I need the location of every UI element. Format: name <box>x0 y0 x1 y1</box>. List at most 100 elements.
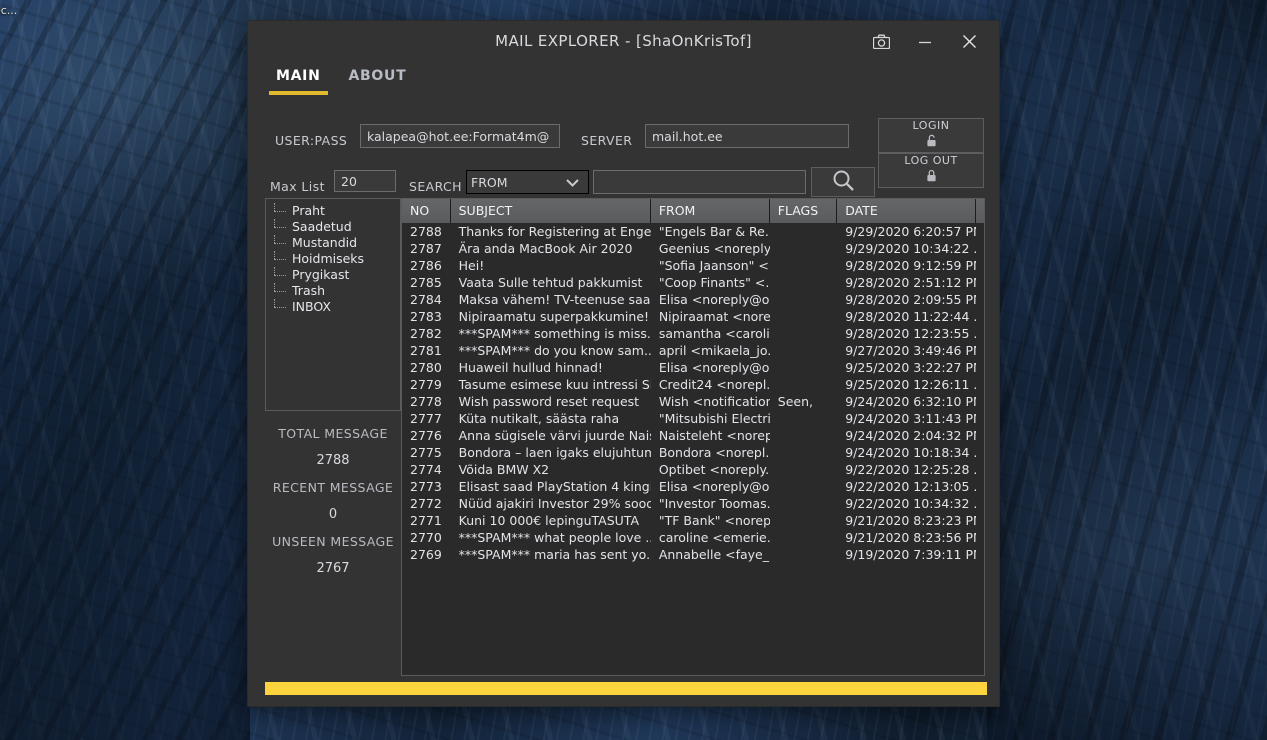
server-input[interactable] <box>645 124 849 148</box>
desktop-note: ec... <box>0 4 18 17</box>
table-row[interactable]: 2780 Huaweil hullud hinnad! Elisa <noreply… <box>402 359 984 376</box>
cell-from: samantha <caroli... <box>658 326 770 341</box>
close-button[interactable] <box>947 21 991 62</box>
cell-no: 2770 <box>410 530 442 545</box>
column-header-no[interactable]: NO <box>402 199 451 223</box>
table-row[interactable]: 2773 Elisast saad PlayStation 4 kingit...… <box>402 478 984 495</box>
cell-extra <box>976 410 984 427</box>
unlock-icon <box>925 132 938 151</box>
folder-item-praht[interactable]: Praht <box>266 203 400 219</box>
cell-extra <box>976 444 984 461</box>
login-button[interactable]: LOGIN <box>878 118 984 153</box>
cell-subject: Kuni 10 000€ lepinguTASUTA <box>458 513 640 528</box>
cell-extra <box>976 376 984 393</box>
cell-date: 9/24/2020 2:04:32 PM <box>845 428 977 443</box>
cell-date: 9/28/2020 12:23:55 ... <box>845 326 977 341</box>
table-row[interactable]: 2774 Võida BMW X2 Optibet <noreply... 9/22/… <box>402 461 984 478</box>
cell-subject: Küta nutikalt, säästa raha <box>458 411 620 426</box>
cell-extra <box>976 223 984 240</box>
table-row[interactable]: 2770 ***SPAM*** what people love ... carol… <box>402 529 984 546</box>
screenshot-button[interactable] <box>859 21 903 62</box>
cell-from: "Mitsubishi Electri... <box>658 411 770 426</box>
cell-date: 9/28/2020 2:09:55 PM <box>845 292 977 307</box>
search-field-select[interactable]: FROM <box>466 170 589 194</box>
cell-flags <box>770 291 837 308</box>
folder-item-saadetud[interactable]: Saadetud <box>266 219 400 235</box>
table-row[interactable]: 2775 Bondora – laen igaks elujuhtum... Bon… <box>402 444 984 461</box>
cell-extra <box>976 461 984 478</box>
table-row[interactable]: 2785 Vaata Sulle tehtud pakkumist "Coop Fi… <box>402 274 984 291</box>
cell-subject: ***SPAM*** maria has sent yo... <box>458 547 651 562</box>
window-titlebar[interactable]: MAIL EXPLORER - [ShaOnKrisTof] <box>248 21 999 62</box>
cell-subject: Huaweil hullud hinnad! <box>458 360 603 375</box>
folder-item-inbox[interactable]: INBOX <box>266 299 400 315</box>
folder-item-prygikast[interactable]: Prygikast <box>266 267 400 283</box>
column-header-from[interactable]: FROM <box>650 199 770 223</box>
cell-extra <box>976 359 984 376</box>
cell-extra <box>976 325 984 342</box>
table-header-row: NO SUBJECT FROM FLAGS DATE <box>402 199 984 223</box>
column-header-extra[interactable] <box>975 199 984 223</box>
cell-from: Nipiraamat <nore... <box>658 309 770 324</box>
cell-subject: Võida BMW X2 <box>458 462 550 477</box>
cell-flags <box>770 444 837 461</box>
cell-no: 2777 <box>410 411 442 426</box>
cell-from: Wish <notification... <box>658 394 770 409</box>
table-row[interactable]: 2769 ***SPAM*** maria has sent yo... Annab… <box>402 546 984 563</box>
cell-date: 9/19/2020 7:39:11 PM <box>845 547 977 562</box>
maxlist-input[interactable] <box>334 170 396 192</box>
table-row[interactable]: 2777 Küta nutikalt, säästa raha "Mitsubish… <box>402 410 984 427</box>
table-row[interactable]: 2783 Nipiraamatu superpakkumine! Nipiraama… <box>402 308 984 325</box>
stat-unseen-message: UNSEEN MESSAGE 2767 <box>265 534 401 576</box>
logout-button[interactable]: LOG OUT <box>878 153 984 188</box>
tab-about[interactable]: ABOUT <box>345 62 411 84</box>
search-label: SEARCH <box>409 179 462 194</box>
cell-subject: Bondora – laen igaks elujuhtum... <box>458 445 651 460</box>
table-row[interactable]: 2788 Thanks for Registering at Engel... "E… <box>402 223 984 240</box>
cell-from: "Engels Bar & Re... <box>658 224 770 239</box>
folder-item-hoidmiseks[interactable]: Hoidmiseks <box>266 251 400 267</box>
table-row[interactable]: 2786 Hei! "Sofia Jaanson" <... 9/28/2020 9:… <box>402 257 984 274</box>
cell-flags <box>770 223 837 240</box>
cell-no: 2771 <box>410 513 442 528</box>
cell-from: Credit24 <norepl... <box>658 377 770 392</box>
cell-no: 2780 <box>410 360 442 375</box>
cell-from: "Coop Finants" <... <box>658 275 770 290</box>
table-row[interactable]: 2778 Wish password reset request Wish <not… <box>402 393 984 410</box>
folder-item-trash[interactable]: Trash <box>266 283 400 299</box>
cell-date: 9/24/2020 10:18:34 ... <box>845 445 977 460</box>
cell-date: 9/27/2020 3:49:46 PM <box>845 343 977 358</box>
userpass-input[interactable] <box>360 124 560 148</box>
mail-explorer-window: MAIL EXPLORER - [ShaOnKrisTof] MAIN ABOU… <box>247 20 1000 707</box>
table-row[interactable]: 2771 Kuni 10 000€ lepinguTASUTA "TF Bank" … <box>402 512 984 529</box>
column-header-date[interactable]: DATE <box>837 199 976 223</box>
cell-flags <box>770 274 837 291</box>
stat-total-message-label: TOTAL MESSAGE <box>278 426 388 441</box>
cell-date: 9/24/2020 6:32:10 PM <box>845 394 977 409</box>
table-row[interactable]: 2781 ***SPAM*** do you know sam... april <… <box>402 342 984 359</box>
cell-date: 9/24/2020 3:11:43 PM <box>845 411 977 426</box>
search-query-input[interactable] <box>593 170 806 194</box>
minimize-button[interactable] <box>903 21 947 62</box>
table-body: 2788 Thanks for Registering at Engel... "E… <box>402 223 984 563</box>
folder-item-mustandid[interactable]: Mustandid <box>266 235 400 251</box>
table-row[interactable]: 2772 Nüüd ajakiri Investor 29% sood... "In… <box>402 495 984 512</box>
cell-subject: ***SPAM*** do you know sam... <box>458 343 651 358</box>
table-row[interactable]: 2776 Anna sügisele värvi juurde Nais... Na… <box>402 427 984 444</box>
tab-main[interactable]: MAIN <box>269 62 327 95</box>
cell-date: 9/22/2020 10:34:32 ... <box>845 496 977 511</box>
table-row[interactable]: 2787 Ära anda MacBook Air 2020 Geenius <no… <box>402 240 984 257</box>
table-row[interactable]: 2779 Tasume esimese kuu intressi Si... Cre… <box>402 376 984 393</box>
table-row[interactable]: 2784 Maksa vähem! TV-teenuse saa... Elisa … <box>402 291 984 308</box>
cell-from: caroline <emerie... <box>658 530 770 545</box>
server-label: SERVER <box>581 133 633 148</box>
table-row[interactable]: 2782 ***SPAM*** something is miss... saman… <box>402 325 984 342</box>
desktop-texture-right <box>987 0 1267 740</box>
column-header-subject[interactable]: SUBJECT <box>450 199 651 223</box>
cell-flags <box>770 461 837 478</box>
cell-subject: Ära anda MacBook Air 2020 <box>458 241 633 256</box>
search-button[interactable] <box>811 167 875 197</box>
folder-tree[interactable]: Praht Saadetud Mustandid Hoidmiseks Pryg… <box>265 198 401 411</box>
column-header-flags[interactable]: FLAGS <box>769 199 838 223</box>
cell-no: 2783 <box>410 309 442 324</box>
